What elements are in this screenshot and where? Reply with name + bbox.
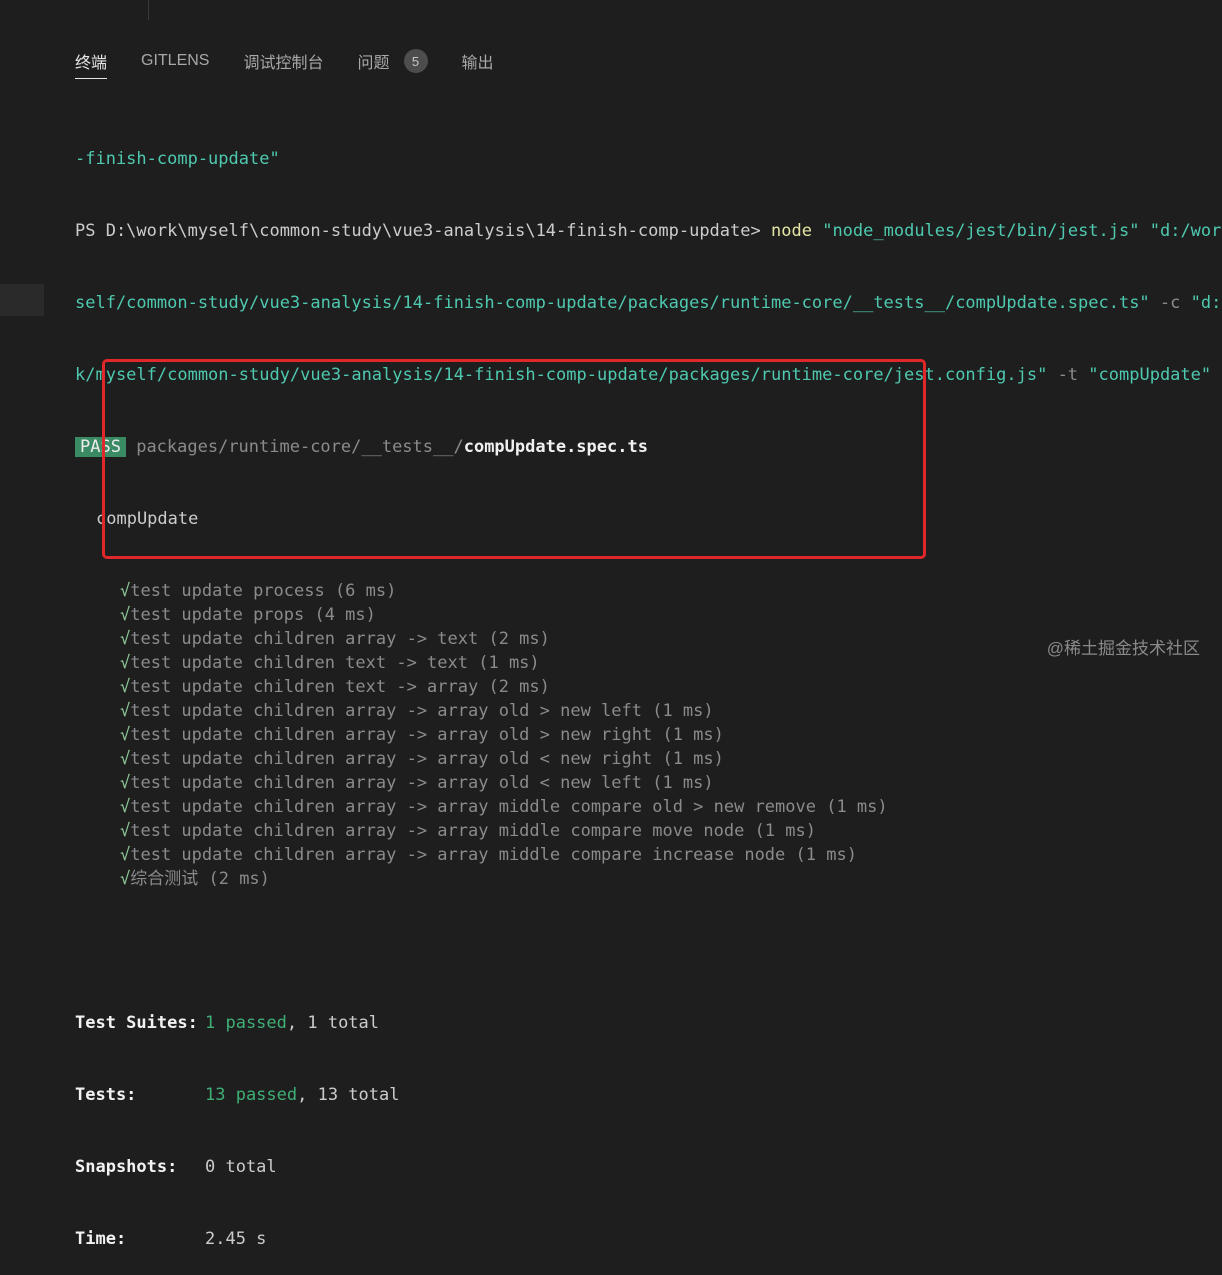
test-case-line: √综合测试 (2 ms) (75, 867, 1222, 891)
tab-output-label: 输出 (461, 55, 494, 72)
checkmark-icon: √ (120, 605, 131, 625)
tab-debug-console-label: 调试控制台 (243, 55, 324, 72)
shell-prompt: PS D:\work\myself\common-study\vue3-anal… (75, 221, 761, 241)
checkmark-icon: √ (120, 773, 131, 793)
test-case-line: √test update children array -> array mid… (75, 795, 1222, 819)
command-name: node (771, 221, 812, 241)
summary-suites: Test Suites: 1 passed, 1 total (75, 1011, 1222, 1035)
test-case-name: test update children array -> array midd… (130, 845, 857, 865)
summary-label: Time: (75, 1229, 127, 1249)
test-case-name: test update process (6 ms) (130, 581, 397, 601)
test-case-line: √test update children text -> array (2 m… (75, 675, 1222, 699)
summary-tests: Tests: 13 passed, 13 total (75, 1083, 1222, 1107)
test-list: √test update process (6 ms) √test update … (75, 579, 1222, 891)
test-case-line: √test update children array -> array mid… (75, 843, 1222, 867)
summary-passed: 1 passed (205, 1013, 287, 1033)
string-fragment: -finish-comp-update" (75, 149, 280, 169)
tab-problems[interactable]: 问题 5 (358, 44, 428, 78)
tab-terminal-label: 终端 (75, 55, 108, 72)
tab-problems-label: 问题 (357, 55, 390, 72)
checkmark-icon: √ (120, 749, 131, 769)
command-flag: -t (1057, 365, 1079, 385)
terminal-line: self/common-study/vue3-analysis/14-finis… (75, 291, 1222, 315)
test-case-name: test update props (4 ms) (130, 605, 376, 625)
test-case-line: √test update children array -> array old… (75, 699, 1222, 723)
checkmark-icon: √ (120, 629, 131, 649)
test-case-name: test update children array -> array old … (130, 701, 714, 721)
test-case-name: test update children text -> array (2 ms… (130, 677, 550, 697)
test-case-line: √test update props (4 ms) (75, 603, 1222, 627)
tab-terminal[interactable]: 终端 (75, 44, 108, 79)
test-case-name: test update children text -> text (1 ms) (130, 653, 540, 673)
tab-gitlens[interactable]: GITLENS (141, 44, 209, 78)
tab-output[interactable]: 输出 (462, 44, 494, 78)
summary-value: 2.45 s (205, 1229, 267, 1249)
summary-snapshots: Snapshots: 0 total (75, 1155, 1222, 1179)
terminal-line: -finish-comp-update" (75, 147, 1222, 171)
command-arg: "node_modules/jest/bin/jest.js" (822, 221, 1140, 241)
highlight-box (102, 359, 926, 559)
problems-count-badge: 5 (403, 49, 428, 73)
test-case-line: √test update process (6 ms) (75, 579, 1222, 603)
command-arg: self/common-study/vue3-analysis/14-finis… (75, 293, 1150, 313)
test-case-name: 综合测试 (2 ms) (130, 869, 270, 889)
test-case-line: √test update children array -> array mid… (75, 819, 1222, 843)
summary-label: Test Suites: (75, 1013, 198, 1033)
sidebar-fragment (0, 284, 44, 316)
watermark: @稀土掘金技术社区 (1046, 639, 1200, 658)
summary-value: 0 total (205, 1157, 277, 1177)
summary-total: , 1 total (286, 1013, 380, 1033)
test-case-name: test update children array -> array old … (130, 773, 714, 793)
terminal-output[interactable]: -finish-comp-update" PS D:\work\myself\c… (75, 99, 1222, 1275)
checkmark-icon: √ (120, 653, 131, 673)
summary-passed: 13 passed (205, 1085, 298, 1105)
checkmark-icon: √ (120, 821, 131, 841)
panel-tabs: 终端 GITLENS 调试控制台 问题 5 输出 (75, 44, 528, 79)
test-case-line: √test update children array -> array old… (75, 747, 1222, 771)
summary-label: Snapshots: (75, 1157, 178, 1177)
test-case-name: test update children array -> array midd… (130, 797, 888, 817)
test-case-name: test update children array -> array old … (130, 725, 724, 745)
test-case-name: test update children array -> text (2 ms… (130, 629, 550, 649)
checkmark-icon: √ (120, 677, 131, 697)
summary-label: Tests: (75, 1085, 137, 1105)
command-arg: "d:/work/m (1149, 221, 1222, 241)
checkmark-icon: √ (120, 845, 131, 865)
test-case-line: √test update children array -> array old… (75, 723, 1222, 747)
panel-divider (148, 0, 149, 20)
command-arg: "compUpdate" (1088, 365, 1212, 385)
checkmark-icon: √ (120, 869, 131, 889)
test-case-name: test update children array -> array midd… (130, 821, 816, 841)
checkmark-icon: √ (120, 701, 131, 721)
tab-debug-console[interactable]: 调试控制台 (243, 44, 323, 78)
terminal-command-line: PS D:\work\myself\common-study\vue3-anal… (75, 219, 1222, 243)
tab-gitlens-label: GITLENS (141, 52, 210, 69)
checkmark-icon: √ (120, 581, 131, 601)
test-case-line: √test update children array -> array old… (75, 771, 1222, 795)
checkmark-icon: √ (120, 725, 131, 745)
command-arg: "d:/wo (1190, 293, 1222, 313)
summary-total: , 13 total (297, 1085, 400, 1105)
summary-time: Time: 2.45 s (75, 1227, 1222, 1251)
test-case-name: test update children array -> array old … (130, 749, 724, 769)
command-flag: -c (1159, 293, 1181, 313)
checkmark-icon: √ (120, 797, 131, 817)
